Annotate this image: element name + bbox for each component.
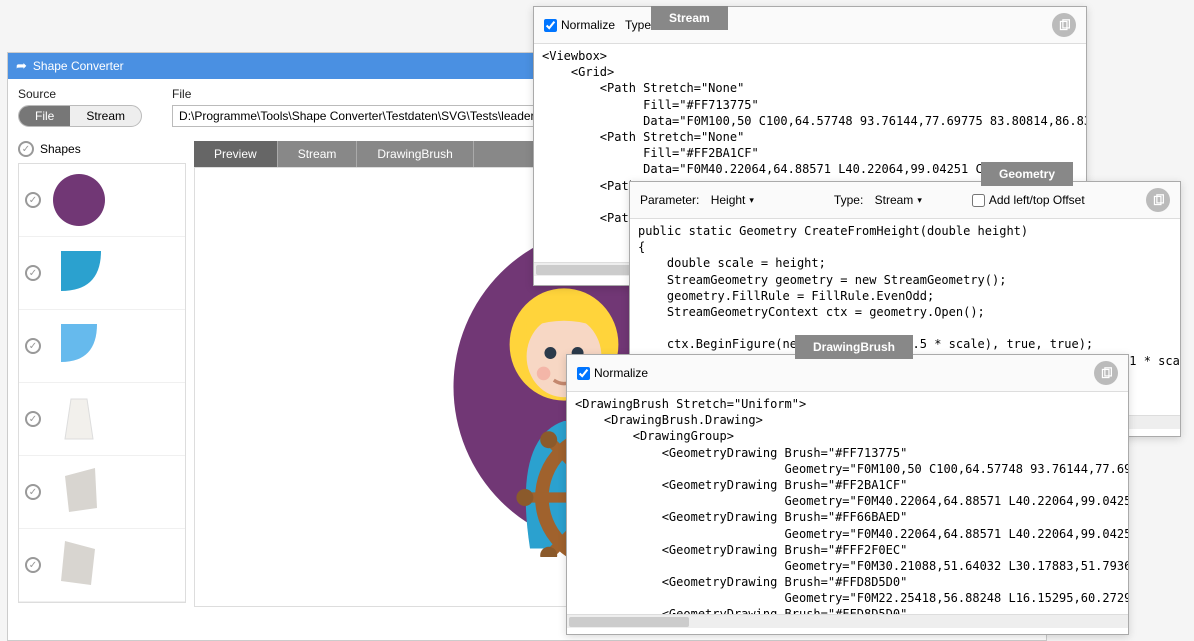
shape-check-icon[interactable]: ✓ [25, 192, 41, 208]
shape-item[interactable]: ✓ [19, 383, 185, 456]
app-title: Shape Converter [33, 59, 124, 73]
shape-swatch-quad [51, 464, 107, 520]
tab-drawingbrush[interactable]: DrawingBrush [357, 141, 473, 167]
shape-check-icon[interactable]: ✓ [25, 557, 41, 573]
toggle-file[interactable]: File [19, 106, 70, 126]
shapes-list[interactable]: ✓ ✓ ✓ ✓ ✓ [18, 163, 186, 603]
drawing-normalize-check[interactable]: Normalize [577, 366, 648, 380]
shape-check-icon[interactable]: ✓ [25, 265, 41, 281]
toggle-stream[interactable]: Stream [70, 106, 141, 126]
tab-preview[interactable]: Preview [194, 141, 278, 167]
source-label: Source [18, 87, 142, 101]
shape-check-icon[interactable]: ✓ [25, 338, 41, 354]
copy-button[interactable] [1052, 13, 1076, 37]
drawing-panel-tab[interactable]: DrawingBrush [795, 335, 913, 359]
shape-item[interactable]: ✓ [19, 456, 185, 529]
shape-swatch-drop [51, 245, 107, 301]
shape-check-icon[interactable]: ✓ [25, 484, 41, 500]
h-scrollbar[interactable] [567, 614, 1128, 628]
geom-type-select[interactable]: Type: Stream▾ [834, 193, 922, 207]
shape-swatch-trap [51, 391, 107, 447]
shape-item[interactable]: ✓ [19, 237, 185, 310]
geometry-panel-tab[interactable]: Geometry [981, 162, 1073, 186]
shape-swatch-drop2 [51, 318, 107, 374]
shape-item[interactable]: ✓ [19, 164, 185, 237]
drawing-code[interactable]: <DrawingBrush Stretch="Uniform"> <Drawin… [567, 392, 1128, 614]
shapes-check-all[interactable]: ✓ [18, 141, 34, 157]
copy-button[interactable] [1146, 188, 1170, 212]
stream-normalize-check[interactable]: Normalize [544, 18, 615, 32]
source-toggle[interactable]: File Stream [18, 105, 142, 127]
shape-item[interactable]: ✓ [19, 529, 185, 602]
stream-panel-tab[interactable]: Stream [651, 6, 728, 30]
app-icon: ➦ [16, 58, 27, 74]
shape-item[interactable]: ✓ [19, 310, 185, 383]
drawing-panel: Normalize <DrawingBrush Stretch="Uniform… [566, 354, 1129, 635]
shape-check-icon[interactable]: ✓ [25, 411, 41, 427]
geom-offset-check[interactable]: Add left/top Offset [972, 193, 1085, 207]
shapes-label: Shapes [40, 142, 81, 156]
copy-button[interactable] [1094, 361, 1118, 385]
tab-stream[interactable]: Stream [278, 141, 358, 167]
geom-param-select[interactable]: Parameter: Height▾ [640, 193, 754, 207]
shape-swatch-quad2 [51, 537, 107, 593]
shape-swatch-circle [51, 172, 107, 228]
